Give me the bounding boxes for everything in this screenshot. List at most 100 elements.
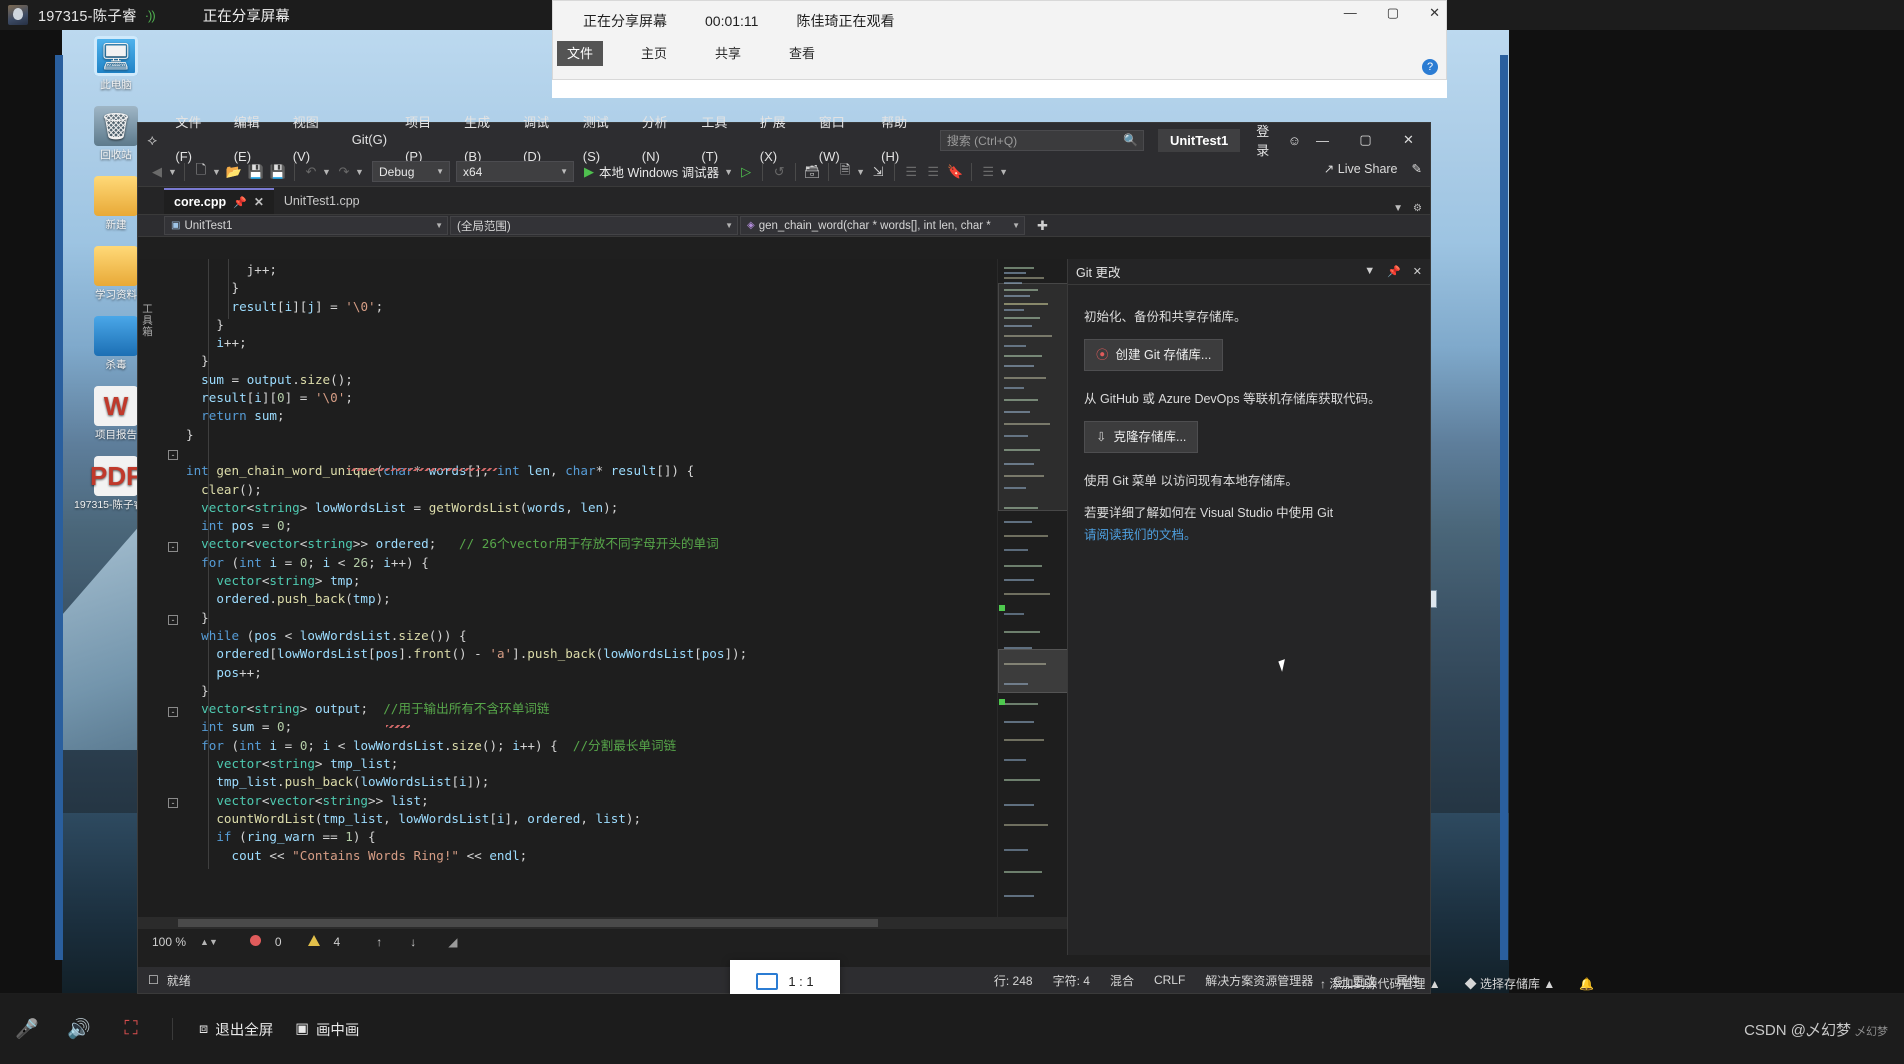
- vs-minimize-button[interactable]: —: [1301, 123, 1344, 157]
- help-icon[interactable]: ?: [1422, 59, 1438, 75]
- video-off-icon[interactable]: ⛶: [116, 1014, 146, 1044]
- arrow-down-icon[interactable]: ↓: [410, 935, 416, 949]
- status-line-endings[interactable]: CRLF: [1154, 973, 1185, 987]
- preview-window-icon[interactable]: 🗎: [834, 161, 856, 183]
- pin-icon[interactable]: 📌: [1387, 265, 1401, 278]
- live-share-button[interactable]: ↗ Live Share: [1324, 161, 1398, 176]
- desktop-icon[interactable]: 🖥 此电脑: [72, 36, 160, 92]
- tab-view[interactable]: 查看: [779, 41, 825, 66]
- vs-maximize-button[interactable]: ▢: [1344, 123, 1387, 157]
- warning-count: 4: [333, 935, 341, 949]
- new-project-icon[interactable]: 🗋: [190, 161, 212, 183]
- search-input[interactable]: 搜索 (Ctrl+Q) 🔍: [939, 129, 1144, 151]
- editor-gutter[interactable]: [138, 259, 152, 929]
- navigate-back-icon[interactable]: ◀: [146, 161, 168, 183]
- comment-icon[interactable]: ☰: [900, 161, 922, 183]
- fold-toggle[interactable]: -: [168, 542, 178, 552]
- minimize-button[interactable]: —: [1344, 5, 1357, 21]
- navbar-member-combo[interactable]: ◈ gen_chain_word(char * words[], int len…: [740, 216, 1025, 235]
- undo-icon[interactable]: ↶: [300, 161, 322, 183]
- navbar-scope-combo[interactable]: (全局范围) ▼: [450, 216, 738, 235]
- save-icon[interactable]: 💾: [245, 161, 267, 183]
- git-docs-link[interactable]: 请阅读我们的文档。: [1084, 525, 1414, 545]
- window-layout-icon[interactable]: 🗃: [801, 161, 823, 183]
- chevron-down-icon[interactable]: ▼: [1364, 265, 1375, 278]
- window-controls[interactable]: — ▢ ✕: [1344, 5, 1440, 21]
- new-project-dropdown-icon[interactable]: ▼: [212, 167, 223, 177]
- add-to-source-control-button[interactable]: ↑ 添加到源代码管理 ▲: [1320, 975, 1441, 992]
- toolbar-overflow-dropdown-icon[interactable]: ▼: [999, 167, 1010, 177]
- live-share-area[interactable]: ↗ Live Share ✎: [1324, 161, 1422, 176]
- start-debugging-button[interactable]: ▶ 本地 Windows 调试器 ▼: [584, 162, 735, 181]
- bookmark-icon[interactable]: 🔖: [944, 161, 966, 183]
- tab-home[interactable]: 主页: [631, 41, 677, 66]
- tab-share[interactable]: 共享: [705, 41, 751, 66]
- maximize-button[interactable]: ▢: [1387, 5, 1399, 21]
- code-editor[interactable]: 工具箱 - - - - - j++; } result[i][j] = '\0'…: [138, 259, 1069, 929]
- pin-icon[interactable]: 📌: [233, 196, 247, 209]
- fold-toggle[interactable]: -: [168, 798, 178, 808]
- fold-toggle[interactable]: -: [168, 707, 178, 717]
- select-repository-button[interactable]: ◆ 选择存储库 ▲: [1465, 975, 1556, 992]
- sign-in-button[interactable]: 登录 ☺: [1256, 121, 1301, 159]
- tab-strip-actions[interactable]: ▼ ⚙: [1393, 203, 1430, 214]
- speaker-icon[interactable]: 🔊: [64, 1014, 94, 1044]
- filter-icon[interactable]: ◢: [448, 935, 457, 949]
- back-dropdown-icon[interactable]: ▼: [168, 167, 179, 177]
- clone-repo-button[interactable]: ⇩ 克隆存储库...: [1084, 421, 1199, 453]
- preview-dropdown-icon[interactable]: ▼: [856, 167, 867, 177]
- desktop-icon-label: 新建: [105, 219, 127, 231]
- exit-fullscreen-button[interactable]: ⧈ 退出全屏: [199, 1019, 273, 1040]
- vs-close-button[interactable]: ✕: [1387, 123, 1430, 157]
- add-icon[interactable]: ✚: [1037, 218, 1048, 234]
- feedback-icon[interactable]: ✎: [1412, 161, 1422, 176]
- zoom-level[interactable]: 100 %: [152, 935, 186, 949]
- chevron-down-icon[interactable]: ▼: [724, 167, 735, 177]
- start-debugging-label: 本地 Windows 调试器: [599, 166, 720, 180]
- editor-horizontal-scrollbar[interactable]: [138, 917, 1069, 929]
- close-icon[interactable]: ✕: [1413, 265, 1422, 278]
- play-outline-icon[interactable]: ▷: [735, 161, 757, 183]
- menu-git[interactable]: Git(G): [343, 123, 396, 157]
- save-all-icon[interactable]: 💾: [267, 161, 289, 183]
- fold-toggle[interactable]: -: [168, 450, 178, 460]
- redo-icon[interactable]: ↷: [333, 161, 355, 183]
- source-code[interactable]: j++; } result[i][j] = '\0'; } i++; } sum…: [186, 261, 747, 865]
- scrollbar-thumb[interactable]: [178, 919, 878, 927]
- settings-gear-icon[interactable]: ⚙: [1413, 203, 1422, 214]
- document-icon: W: [94, 386, 138, 426]
- navbar-scope-value: (全局范围): [457, 220, 511, 233]
- minimap-viewport[interactable]: [998, 283, 1069, 511]
- explorer-ribbon-tabs[interactable]: 文件 主页 共享 查看: [553, 41, 1446, 66]
- picture-in-picture-button[interactable]: ▣ 画中画: [295, 1019, 359, 1040]
- status-insert-mode[interactable]: 混合: [1110, 972, 1134, 989]
- redo-dropdown-icon[interactable]: ▼: [355, 167, 366, 177]
- vs-window-controls[interactable]: — ▢ ✕: [1301, 123, 1430, 157]
- zoom-stepper-icon[interactable]: ▲▼: [200, 937, 218, 947]
- fold-toggle[interactable]: -: [168, 615, 178, 625]
- toolbar-overflow-icon[interactable]: ☰: [977, 161, 999, 183]
- create-git-repo-button[interactable]: ⦿ 创建 Git 存储库...: [1084, 339, 1224, 371]
- chevron-down-icon[interactable]: ▼: [1393, 203, 1403, 214]
- undo-dropdown-icon[interactable]: ▼: [322, 167, 333, 177]
- search-icon[interactable]: 🔍: [1123, 133, 1138, 147]
- close-icon[interactable]: ✕: [254, 195, 264, 209]
- tab-unittest1-cpp[interactable]: UnitTest1.cpp: [274, 188, 370, 214]
- platform-combo[interactable]: x64 ▼: [456, 161, 574, 182]
- microphone-icon[interactable]: 🎤: [12, 1014, 42, 1044]
- tab-file[interactable]: 文件: [557, 41, 604, 66]
- status-solution-explorer[interactable]: 解决方案资源管理器: [1205, 972, 1313, 989]
- configuration-combo[interactable]: Debug ▼: [372, 161, 450, 182]
- arrow-up-icon[interactable]: ↑: [376, 935, 382, 949]
- toolbox-vertical-tab[interactable]: 工具箱: [140, 303, 155, 338]
- hot-reload-icon[interactable]: ↺: [768, 161, 790, 183]
- step-icon[interactable]: ⇲: [867, 161, 889, 183]
- tab-core-cpp[interactable]: core.cpp 📌 ✕: [164, 188, 274, 214]
- open-file-icon[interactable]: 📂: [223, 161, 245, 183]
- close-button[interactable]: ✕: [1429, 5, 1440, 21]
- git-panel-header-actions[interactable]: ▼ 📌 ✕: [1364, 265, 1422, 278]
- uncomment-icon[interactable]: ☰: [922, 161, 944, 183]
- editor-minimap[interactable]: [997, 259, 1069, 929]
- navbar-project-combo[interactable]: ▣ UnitTest1 ▼: [164, 216, 448, 235]
- notifications-icon[interactable]: 🔔: [1579, 977, 1594, 991]
